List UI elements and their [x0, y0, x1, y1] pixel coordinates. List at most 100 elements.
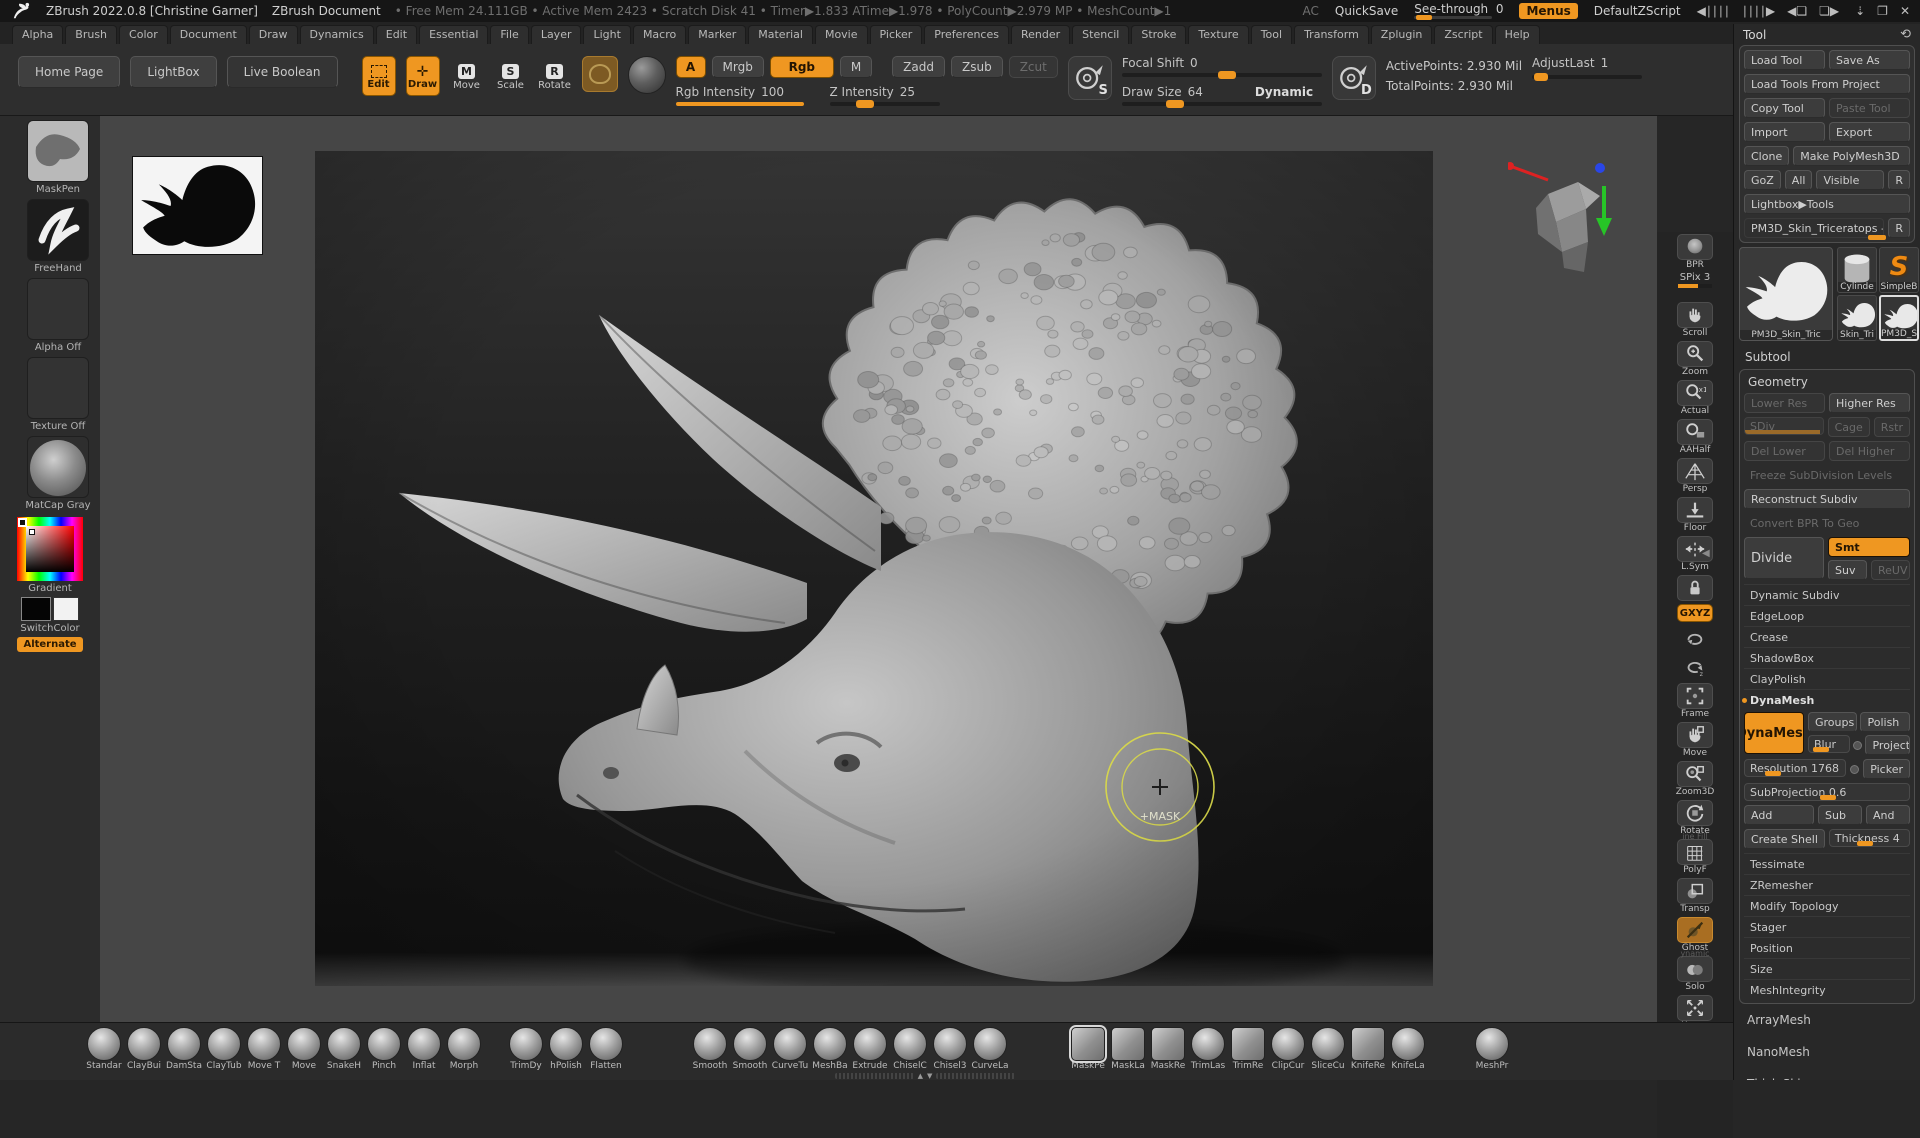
see-through-slider[interactable]: See-through 0 — [1414, 4, 1503, 19]
draw-button[interactable]: ✛ Draw — [406, 56, 440, 96]
adjust-last-slider[interactable]: AdjustLast1 — [1532, 56, 1642, 79]
focal-shift-slider[interactable]: Focal Shift0 — [1122, 56, 1322, 77]
divide-button[interactable]: Divide — [1744, 537, 1824, 579]
brush-inflat[interactable]: Inflat — [404, 1027, 444, 1071]
sdiv-slider[interactable]: SDiv — [1744, 417, 1824, 435]
home-page-button[interactable]: Home Page — [18, 56, 120, 88]
freeze-subdivision-button[interactable]: Freeze SubDivision Levels — [1744, 465, 1910, 485]
save-as-button[interactable]: Save As — [1829, 50, 1910, 70]
import-button[interactable]: Import — [1744, 122, 1825, 142]
clone-button[interactable]: Clone — [1744, 146, 1789, 166]
menu-brush[interactable]: Brush — [65, 25, 117, 44]
document-canvas[interactable]: +MASK — [315, 151, 1433, 986]
lower-res-button[interactable]: Lower Res — [1744, 393, 1825, 413]
section-position[interactable]: Position — [1744, 937, 1910, 958]
brush-trimlas[interactable]: TrimLas — [1188, 1027, 1228, 1071]
document-preview-thumbnail[interactable] — [132, 156, 263, 255]
strip-rotate-button[interactable]: Rotate — [1675, 800, 1715, 836]
brush-move[interactable]: Move — [284, 1027, 324, 1071]
sv-selector[interactable] — [29, 529, 35, 535]
panel-collapse-arrow[interactable]: ◀ — [1702, 548, 1710, 559]
rgb-intensity-slider[interactable]: Rgb Intensity100 — [676, 85, 804, 106]
quicksave-button[interactable]: QuickSave — [1335, 4, 1398, 18]
switchcolor-button[interactable]: SwitchColor — [0, 623, 100, 634]
stroke-picker[interactable]: S — [1068, 56, 1112, 100]
brush-knifela[interactable]: KnifeLa — [1388, 1027, 1428, 1071]
brush-smooth[interactable]: Smooth — [690, 1027, 730, 1071]
divider-icons[interactable]: ◀∣∣∣∣∣∣∣∣▶◀❏❏▶ — [1697, 4, 1839, 18]
brush-meshpr[interactable]: MeshPr — [1472, 1027, 1512, 1071]
brush-flatten[interactable]: Flatten — [586, 1027, 626, 1071]
higher-res-button[interactable]: Higher Res — [1829, 393, 1910, 413]
tool-thumbnail-skin_tri[interactable]: Skin_Tri — [1837, 295, 1877, 341]
edit-button[interactable]: Edit — [362, 56, 396, 96]
palette-section-nanomesh[interactable]: NanoMesh — [1739, 1036, 1915, 1068]
palette-item-freehand[interactable]: FreeHand — [22, 199, 94, 274]
tool-thumbnail-cylinde[interactable]: Cylinde — [1837, 247, 1877, 293]
window-layout-icon[interactable]: ❏▶ — [1819, 4, 1839, 18]
brush-slicecu[interactable]: SliceCu — [1308, 1027, 1348, 1071]
lightbox-tools-button[interactable]: Lightbox▶Tools — [1744, 194, 1910, 214]
palette-section-arraymesh[interactable]: ArrayMesh — [1739, 1004, 1915, 1036]
zadd-toggle[interactable]: Zadd — [892, 56, 945, 78]
dynamesh-polish-button[interactable]: Polish — [1860, 712, 1910, 732]
goz-button[interactable]: GoZ — [1744, 170, 1781, 190]
window-layout-icon[interactable]: ◀∣∣∣∣ — [1697, 4, 1730, 18]
thickness-slider[interactable]: Thickness 4 — [1829, 829, 1910, 847]
strip-actual-button[interactable]: Actual — [1675, 380, 1715, 416]
reset-icon[interactable]: ⟲ — [1900, 27, 1911, 42]
strip-rotz-button[interactable] — [1675, 654, 1715, 680]
strip-solo-button[interactable]: ynamicSolo — [1675, 956, 1715, 992]
section-size[interactable]: Size — [1744, 958, 1910, 979]
live-boolean-button[interactable]: Live Boolean — [227, 56, 338, 88]
del-lower-button[interactable]: Del Lower — [1744, 441, 1825, 461]
strip-bpr-button[interactable]: BPR — [1675, 234, 1715, 270]
lightbox-button[interactable]: LightBox — [130, 56, 216, 88]
brush-curvetu[interactable]: CurveTu — [770, 1027, 810, 1071]
current-brush-thumbnail[interactable] — [582, 56, 618, 92]
section-shadowbox[interactable]: ShadowBox — [1744, 647, 1910, 668]
del-higher-button[interactable]: Del Higher — [1829, 441, 1910, 461]
menu-color[interactable]: Color — [119, 25, 168, 44]
goz-all-button[interactable]: All — [1785, 170, 1813, 190]
strip-frame-button[interactable]: Frame — [1675, 683, 1715, 719]
strip-spix-3-button[interactable]: SPix 3 — [1675, 273, 1715, 299]
palette-section-thick-skin[interactable]: Thick Skin — [1739, 1068, 1915, 1080]
dynamesh-blur-slider[interactable]: Blur — [1808, 735, 1851, 753]
dynamesh-sub-button[interactable]: Sub — [1818, 805, 1862, 825]
export-button[interactable]: Export — [1829, 122, 1910, 142]
brush-maskre[interactable]: MaskRe — [1148, 1027, 1188, 1071]
tool-thumbnail-simpleb[interactable]: SSimpleB — [1879, 247, 1919, 293]
subtool-section[interactable]: Subtool — [1739, 345, 1915, 369]
brush-pinch[interactable]: Pinch — [364, 1027, 404, 1071]
gradient-label[interactable]: Gradient — [0, 583, 100, 594]
copy-tool-button[interactable]: Copy Tool — [1744, 98, 1825, 118]
restore-icon[interactable]: ❐ — [1877, 4, 1888, 18]
goz-visible-button[interactable]: Visible — [1816, 170, 1884, 190]
close-icon[interactable]: ✕ — [1900, 4, 1910, 18]
brush-maskpe[interactable]: MaskPe — [1068, 1027, 1108, 1071]
strip-gxyz-button[interactable]: GXYZ — [1675, 604, 1715, 622]
dynamic-toggle[interactable]: Dynamic — [1255, 85, 1313, 99]
menu-file[interactable]: File — [490, 25, 528, 44]
brush-smooth[interactable]: Smooth — [730, 1027, 770, 1071]
menu-edit[interactable]: Edit — [376, 25, 417, 44]
strip-move-button[interactable]: Move — [1675, 722, 1715, 758]
brush-move t[interactable]: Move T — [244, 1027, 284, 1071]
menu-material[interactable]: Material — [748, 25, 813, 44]
main-color-swatch[interactable] — [21, 597, 51, 621]
menu-movie[interactable]: Movie — [815, 25, 868, 44]
scale-button[interactable]: S Scale — [494, 56, 528, 96]
menu-stroke[interactable]: Stroke — [1131, 25, 1186, 44]
strip-polyf-button[interactable]: ine FillPolyF — [1675, 839, 1715, 875]
menus-button[interactable]: Menus — [1519, 3, 1577, 19]
dynamesh-button[interactable]: DynaMesh — [1744, 712, 1804, 754]
palette-item-matcap-gray[interactable]: MatCap Gray — [22, 436, 94, 511]
strip-roty-button[interactable] — [1675, 625, 1715, 651]
section-tessimate[interactable]: Tessimate — [1744, 853, 1910, 874]
rstr-button[interactable]: Rstr — [1874, 417, 1910, 437]
menu-draw[interactable]: Draw — [249, 25, 298, 44]
load-tool-button[interactable]: Load Tool — [1744, 50, 1825, 70]
section-stager[interactable]: Stager — [1744, 916, 1910, 937]
resolution-dot-toggle[interactable] — [1850, 765, 1859, 774]
